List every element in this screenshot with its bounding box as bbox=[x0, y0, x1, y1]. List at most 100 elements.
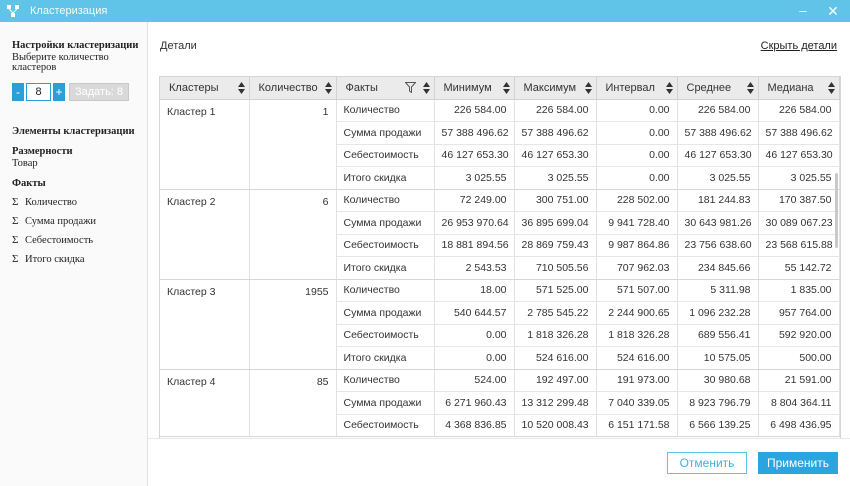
column-header-clusters[interactable]: Кластеры bbox=[160, 77, 250, 100]
column-label: Факты bbox=[345, 81, 378, 94]
fact-cell: Количество bbox=[336, 189, 435, 212]
close-button[interactable]: ✕ bbox=[820, 0, 846, 22]
sort-icon[interactable] bbox=[746, 82, 754, 94]
min-cell: 6 271 960.43 bbox=[434, 391, 515, 415]
max-cell: 192 497.00 bbox=[514, 369, 597, 392]
column-header-interval[interactable]: Интервал bbox=[596, 77, 678, 100]
interval-cell: 0.00 bbox=[596, 121, 678, 145]
set-clusters-button[interactable]: Задать: 8 bbox=[69, 83, 129, 101]
max-cell: 3 025.55 bbox=[514, 166, 597, 190]
min-cell: 26 953 970.64 bbox=[434, 211, 515, 235]
median-cell: 226 584.00 bbox=[758, 99, 840, 122]
table-header-row: Кластеры Количество Факты Минимум Максим… bbox=[160, 77, 840, 100]
fact-cell: Себестоимость bbox=[336, 324, 435, 347]
median-cell: 23 568 615.88 bbox=[758, 234, 840, 257]
cluster-name-cell: Кластер 3 bbox=[160, 279, 250, 370]
column-label: Среднее bbox=[686, 81, 732, 94]
avg-cell: 46 127 653.30 bbox=[677, 144, 759, 167]
title-bar: Кластеризация – ✕ bbox=[0, 0, 850, 22]
min-cell: 524.00 bbox=[434, 369, 515, 392]
filter-icon[interactable] bbox=[404, 82, 416, 93]
fact-cell: Итого скидка bbox=[336, 166, 435, 190]
table-row[interactable]: Кластер 2 6 Количество 72 249.00 300 751.00 2… bbox=[160, 189, 840, 280]
max-cell: 710 505.56 bbox=[514, 256, 597, 280]
details-table: Кластеры Количество Факты Минимум Максим… bbox=[160, 77, 840, 437]
interval-cell: 0.00 bbox=[596, 144, 678, 167]
sort-icon[interactable] bbox=[584, 82, 592, 94]
column-label: Максимум bbox=[523, 81, 577, 94]
interval-cell: 1 818 326.28 bbox=[596, 324, 678, 347]
table-row[interactable]: Кластер 3 1955 Количество 18.00 571 525.00 57… bbox=[160, 279, 840, 370]
sort-icon[interactable] bbox=[422, 82, 430, 94]
increment-button[interactable]: + bbox=[53, 83, 65, 101]
minimize-button[interactable]: – bbox=[790, 0, 816, 22]
vertical-scrollbar[interactable] bbox=[835, 173, 838, 248]
avg-cell: 5 311.98 bbox=[677, 279, 759, 302]
fact-cell: Сумма продажи bbox=[336, 121, 435, 145]
sort-icon[interactable] bbox=[665, 82, 673, 94]
fact-item-quantity[interactable]: Σ Количество bbox=[12, 196, 77, 208]
fact-label: Количество bbox=[25, 196, 78, 208]
min-cell: 57 388 496.62 bbox=[434, 121, 515, 145]
median-cell: 170 387.50 bbox=[758, 189, 840, 212]
interval-cell: 524 616.00 bbox=[596, 346, 678, 370]
table-row[interactable]: Кластер 4 85 Количество 524.00 192 497.00 191… bbox=[160, 369, 840, 437]
median-cell: 500.00 bbox=[758, 346, 840, 370]
cluster-name-cell: Кластер 1 bbox=[160, 99, 250, 190]
avg-cell: 226 584.00 bbox=[677, 99, 759, 122]
column-header-facts[interactable]: Факты bbox=[336, 77, 435, 100]
min-cell: 226 584.00 bbox=[434, 99, 515, 122]
cluster-count-input[interactable]: 8 bbox=[26, 83, 51, 101]
min-cell: 18 881 894.56 bbox=[434, 234, 515, 257]
column-label: Минимум bbox=[443, 81, 492, 94]
median-cell: 46 127 653.30 bbox=[758, 144, 840, 167]
column-header-count[interactable]: Количество bbox=[249, 77, 337, 100]
interval-cell: 0.00 bbox=[596, 99, 678, 122]
fact-cell: Сумма продажи bbox=[336, 301, 435, 325]
sigma-icon: Σ bbox=[12, 253, 19, 265]
sort-icon[interactable] bbox=[324, 82, 332, 94]
fact-item-discount[interactable]: Σ Итого скидка bbox=[12, 253, 85, 265]
avg-cell: 8 923 796.79 bbox=[677, 391, 759, 415]
fact-cell: Итого скидка bbox=[336, 256, 435, 280]
column-header-average[interactable]: Среднее bbox=[677, 77, 759, 100]
interval-cell: 228 502.00 bbox=[596, 189, 678, 212]
fact-item-sales[interactable]: Σ Сумма продажи bbox=[12, 215, 96, 227]
sort-icon[interactable] bbox=[502, 82, 510, 94]
interval-cell: 7 040 339.05 bbox=[596, 391, 678, 415]
fact-cell: Сумма продажи bbox=[336, 211, 435, 235]
max-cell: 300 751.00 bbox=[514, 189, 597, 212]
column-header-max[interactable]: Максимум bbox=[514, 77, 597, 100]
cancel-button[interactable]: Отменить bbox=[667, 452, 747, 474]
min-cell: 0.00 bbox=[434, 346, 515, 370]
hide-details-link[interactable]: Скрыть детали bbox=[761, 40, 837, 52]
column-label: Медиана bbox=[767, 81, 814, 94]
column-header-min[interactable]: Минимум bbox=[434, 77, 515, 100]
fact-label: Сумма продажи bbox=[25, 215, 97, 227]
fact-cell: Количество bbox=[336, 279, 435, 302]
median-cell: 1 835.00 bbox=[758, 279, 840, 302]
fact-item-cost[interactable]: Σ Себестоимость bbox=[12, 234, 93, 246]
interval-cell: 707 962.03 bbox=[596, 256, 678, 280]
avg-cell: 181 244.83 bbox=[677, 189, 759, 212]
sort-icon[interactable] bbox=[827, 82, 835, 94]
fact-cell: Сумма продажи bbox=[336, 391, 435, 415]
min-cell: 540 644.57 bbox=[434, 301, 515, 325]
footer-divider bbox=[148, 438, 850, 439]
min-cell: 72 249.00 bbox=[434, 189, 515, 212]
fact-cell: Себестоимость bbox=[336, 414, 435, 437]
interval-cell: 2 244 900.65 bbox=[596, 301, 678, 325]
max-cell: 226 584.00 bbox=[514, 99, 597, 122]
median-cell: 8 804 364.11 bbox=[758, 391, 840, 415]
decrement-button[interactable]: - bbox=[12, 83, 24, 101]
column-label: Кластеры bbox=[169, 81, 219, 94]
fact-cell: Итого скидка bbox=[336, 346, 435, 370]
fact-label: Себестоимость bbox=[25, 234, 94, 246]
apply-button[interactable]: Применить bbox=[758, 452, 838, 474]
column-header-median[interactable]: Медиана bbox=[758, 77, 840, 100]
avg-cell: 6 566 139.25 bbox=[677, 414, 759, 437]
table-row[interactable]: Кластер 1 1 Количество 226 584.00 226 584.00… bbox=[160, 99, 840, 190]
sort-icon[interactable] bbox=[237, 82, 245, 94]
median-cell: 21 591.00 bbox=[758, 369, 840, 392]
avg-cell: 3 025.55 bbox=[677, 166, 759, 190]
